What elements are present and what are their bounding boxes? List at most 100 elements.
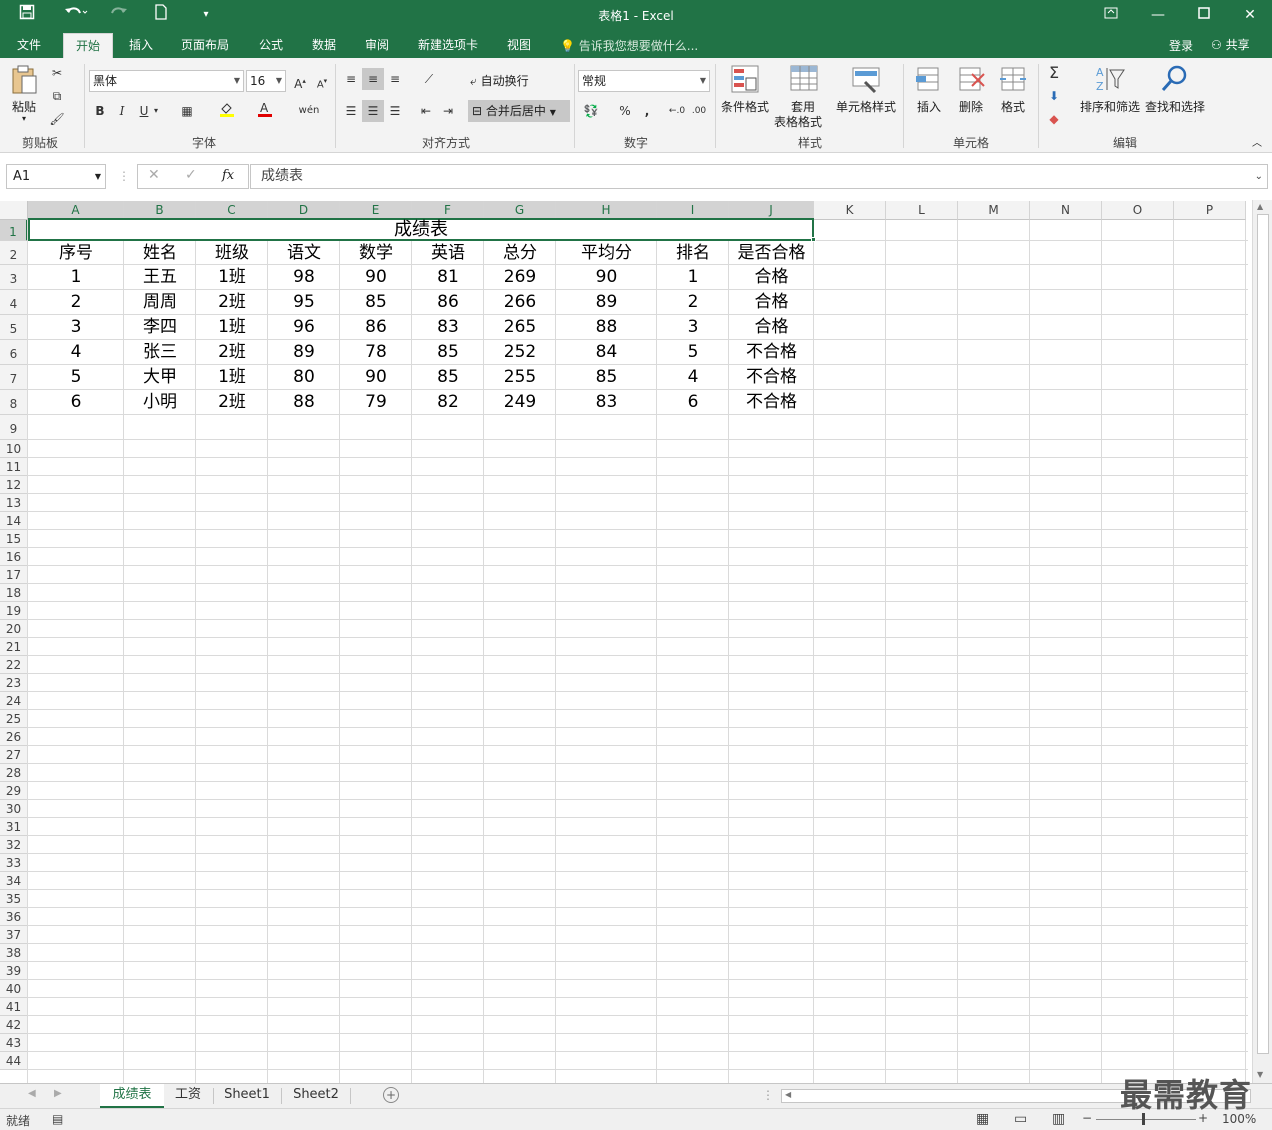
data-cell[interactable]: 6 xyxy=(657,390,729,415)
column-header-k[interactable]: K xyxy=(814,201,886,220)
share-button[interactable]: ⚇ 共享 xyxy=(1211,36,1250,53)
select-all-corner[interactable] xyxy=(0,201,28,220)
orientation-icon[interactable]: ⟋ xyxy=(418,68,440,90)
data-cell[interactable]: 269 xyxy=(484,265,556,290)
vertical-scrollbar[interactable]: ▲ ▼ xyxy=(1252,200,1272,1083)
header-cell[interactable]: 排名 xyxy=(657,241,729,265)
cancel-icon[interactable]: ✕ xyxy=(148,167,160,183)
fill-down-icon[interactable]: ⬇ xyxy=(1043,85,1065,107)
tab-view[interactable]: 视图 xyxy=(498,33,540,58)
increase-indent-icon[interactable]: ⇥ xyxy=(437,100,459,122)
column-header-p[interactable]: P xyxy=(1174,201,1246,220)
row-header-35[interactable]: 35 xyxy=(0,890,28,908)
row-header-20[interactable]: 20 xyxy=(0,620,28,638)
minimize-icon[interactable]: — xyxy=(1143,4,1173,26)
fill-color-icon[interactable] xyxy=(216,100,238,122)
data-cell[interactable]: 2 xyxy=(657,290,729,315)
data-cell[interactable]: 大甲 xyxy=(124,365,196,390)
sheet-tab-sheet1[interactable]: Sheet1 xyxy=(216,1084,278,1108)
row-header-10[interactable]: 10 xyxy=(0,440,28,458)
copy-icon[interactable]: ⧉ xyxy=(46,85,68,107)
paste-label[interactable]: 粘贴 xyxy=(12,98,36,115)
row-header-3[interactable]: 3 xyxy=(0,265,28,290)
data-cell[interactable]: 3 xyxy=(657,315,729,340)
find-select-icon[interactable] xyxy=(1160,64,1190,97)
header-cell[interactable]: 数学 xyxy=(340,241,412,265)
data-cell[interactable]: 1班 xyxy=(196,265,268,290)
row-header-43[interactable]: 43 xyxy=(0,1034,28,1052)
data-cell[interactable]: 86 xyxy=(340,315,412,340)
data-cell[interactable]: 王五 xyxy=(124,265,196,290)
row-header-27[interactable]: 27 xyxy=(0,746,28,764)
row-header-40[interactable]: 40 xyxy=(0,980,28,998)
data-cell[interactable]: 88 xyxy=(556,315,657,340)
font-name-dropdown[interactable]: 黑体 ▼ xyxy=(89,70,244,92)
data-cell[interactable]: 83 xyxy=(556,390,657,415)
data-cell[interactable]: 83 xyxy=(412,315,484,340)
row-header-33[interactable]: 33 xyxy=(0,854,28,872)
decrease-indent-icon[interactable]: ⇤ xyxy=(415,100,437,122)
row-header-16[interactable]: 16 xyxy=(0,548,28,566)
data-cell[interactable]: 249 xyxy=(484,390,556,415)
tab-page-layout[interactable]: 页面布局 xyxy=(174,33,236,58)
row-header-15[interactable]: 15 xyxy=(0,530,28,548)
delete-cells-icon[interactable] xyxy=(956,64,986,97)
row-header-38[interactable]: 38 xyxy=(0,944,28,962)
data-cell[interactable]: 3 xyxy=(28,315,124,340)
align-center-icon[interactable]: ☰ xyxy=(362,100,384,122)
bold-button[interactable]: B xyxy=(89,100,111,122)
data-cell[interactable]: 2班 xyxy=(196,340,268,365)
find-select-label[interactable]: 查找和选择 xyxy=(1145,98,1205,115)
data-cell[interactable]: 90 xyxy=(556,265,657,290)
row-header-11[interactable]: 11 xyxy=(0,458,28,476)
data-cell[interactable]: 小明 xyxy=(124,390,196,415)
paste-dropdown-icon[interactable]: ▾ xyxy=(22,114,26,123)
row-header-13[interactable]: 13 xyxy=(0,494,28,512)
data-cell[interactable]: 2班 xyxy=(196,290,268,315)
data-cell[interactable]: 86 xyxy=(412,290,484,315)
header-cell[interactable]: 班级 xyxy=(196,241,268,265)
header-cell[interactable]: 总分 xyxy=(484,241,556,265)
data-cell[interactable]: 78 xyxy=(340,340,412,365)
data-cell[interactable]: 4 xyxy=(657,365,729,390)
data-cell[interactable]: 85 xyxy=(340,290,412,315)
data-cell[interactable]: 255 xyxy=(484,365,556,390)
data-cell[interactable]: 85 xyxy=(556,365,657,390)
column-header-n[interactable]: N xyxy=(1030,201,1102,220)
tab-data[interactable]: 数据 xyxy=(303,33,345,58)
scroll-down-icon[interactable]: ▼ xyxy=(1257,1070,1263,1079)
row-header-25[interactable]: 25 xyxy=(0,710,28,728)
decrease-decimal-icon[interactable]: .00 xyxy=(688,100,710,122)
conditional-format-label[interactable]: 条件格式 xyxy=(721,98,769,115)
column-header-l[interactable]: L xyxy=(886,201,958,220)
header-cell[interactable]: 姓名 xyxy=(124,241,196,265)
align-bottom-icon[interactable]: ≡ xyxy=(384,68,406,90)
number-format-dropdown[interactable]: 常规 ▼ xyxy=(578,70,710,92)
row-header-19[interactable]: 19 xyxy=(0,602,28,620)
row-header-32[interactable]: 32 xyxy=(0,836,28,854)
scroll-left-icon[interactable]: ◀ xyxy=(785,1090,791,1099)
scroll-tabs-left-icon[interactable]: ◀ xyxy=(28,1088,36,1099)
data-cell[interactable]: 合格 xyxy=(729,290,814,315)
sort-filter-label[interactable]: 排序和筛选 xyxy=(1080,98,1140,115)
format-as-table-label-2[interactable]: 表格格式 xyxy=(774,113,822,130)
wrap-text-button[interactable]: ⤶ 自动换行 xyxy=(470,72,529,89)
merge-center-button[interactable]: ⊟ 合并后居中 ▼ xyxy=(468,100,570,122)
data-cell[interactable]: 1班 xyxy=(196,365,268,390)
row-header-30[interactable]: 30 xyxy=(0,800,28,818)
header-cell[interactable]: 语文 xyxy=(268,241,340,265)
data-cell[interactable]: 84 xyxy=(556,340,657,365)
row-header-8[interactable]: 8 xyxy=(0,390,28,415)
format-painter-icon[interactable]: 🖌 xyxy=(46,108,68,130)
cell-styles-icon[interactable] xyxy=(851,64,881,97)
name-box[interactable]: A1 ▼ xyxy=(6,164,106,189)
tab-formulas[interactable]: 公式 xyxy=(250,33,292,58)
data-cell[interactable]: 85 xyxy=(412,340,484,365)
formula-input[interactable]: 成绩表 ⌄ xyxy=(250,164,1268,189)
scroll-up-icon[interactable]: ▲ xyxy=(1257,202,1263,211)
row-header-39[interactable]: 39 xyxy=(0,962,28,980)
row-header-36[interactable]: 36 xyxy=(0,908,28,926)
login-link[interactable]: 登录 xyxy=(1169,37,1193,54)
data-cell[interactable]: 4 xyxy=(28,340,124,365)
fill-handle[interactable] xyxy=(811,237,816,242)
